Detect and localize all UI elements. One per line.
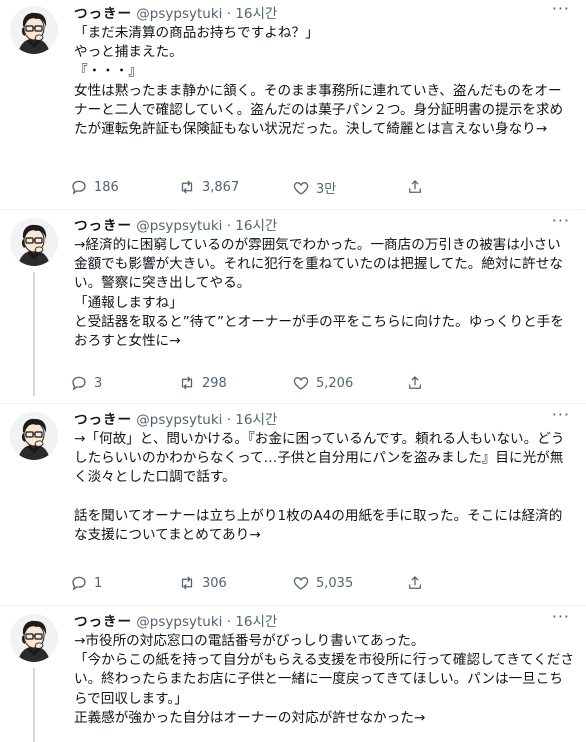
tweet-actions: 3 298 5,206 — [70, 374, 500, 394]
timestamp[interactable]: 16시간 — [235, 412, 277, 428]
more-horizontal-icon[interactable]: ··· — [552, 213, 570, 229]
user-handle[interactable]: @psypsytuki — [136, 6, 222, 22]
like-count: 5,035 — [316, 575, 354, 591]
retweet-count: 306 — [202, 575, 227, 591]
retweet-arrows-icon — [181, 180, 193, 194]
retweet-button[interactable]: 306 — [178, 574, 227, 592]
reply-bubble-icon — [72, 376, 86, 391]
tweet[interactable]: つっきー @psypsytuki · 16시간 ··· →経済的に困窮しているの… — [0, 212, 586, 404]
reply-button[interactable]: 186 — [70, 178, 119, 196]
retweet-count: 3,867 — [202, 179, 240, 195]
more-horizontal-icon[interactable]: ··· — [552, 609, 570, 625]
share-button[interactable] — [406, 574, 424, 592]
user-handle[interactable]: @psypsytuki — [136, 218, 222, 234]
reply-count: 186 — [94, 179, 119, 195]
retweet-button[interactable]: 3,867 — [178, 178, 239, 196]
like-button[interactable]: 5,206 — [292, 374, 353, 392]
divider — [0, 605, 586, 606]
like-button[interactable]: 5,035 — [292, 574, 353, 592]
tweet-text: 「まだ未清算の商品お持ちですよね？」 やっと捕まえた。 『・・・』 女性は黙った… — [74, 25, 564, 138]
display-name[interactable]: つっきー — [74, 614, 132, 630]
avatar[interactable] — [10, 218, 58, 266]
retweet-arrows-icon — [181, 576, 193, 590]
divider — [0, 209, 586, 210]
separator-dot: · — [226, 218, 231, 234]
tweet-header: つっきー @psypsytuki · 16시간 — [74, 214, 277, 234]
like-count: 3만 — [316, 182, 337, 197]
retweet-arrows-icon — [181, 376, 193, 390]
share-arrow-up-icon — [409, 576, 421, 589]
share-button[interactable] — [406, 178, 424, 196]
tweet-text: →「何故」と、問いかける。『お金に困っているんです。頼れる人もいない。どうしたら… — [74, 431, 565, 544]
retweet-count: 298 — [202, 375, 227, 391]
separator-dot: · — [226, 6, 231, 22]
thread-line — [33, 272, 35, 396]
heart-icon — [293, 577, 309, 590]
display-name[interactable]: つっきー — [74, 6, 132, 22]
like-button[interactable]: 3만 — [292, 178, 336, 197]
reply-button[interactable]: 1 — [70, 574, 114, 592]
share-arrow-up-icon — [409, 180, 421, 193]
thread-line — [33, 668, 35, 742]
more-horizontal-icon[interactable]: ··· — [552, 407, 570, 423]
reply-bubble-icon — [72, 180, 86, 195]
reply-button[interactable]: 3 — [70, 374, 114, 392]
avatar[interactable] — [10, 412, 58, 460]
separator-dot: · — [226, 412, 231, 428]
reply-bubble-icon — [72, 576, 86, 591]
share-button[interactable] — [406, 374, 424, 392]
divider — [0, 403, 586, 404]
tweet[interactable]: つっきー @psypsytuki · 16시간 ··· →「何故」と、問いかける… — [0, 406, 586, 606]
timestamp[interactable]: 16시간 — [235, 614, 277, 630]
reply-count: 3 — [94, 375, 103, 391]
timestamp[interactable]: 16시간 — [235, 218, 277, 234]
more-horizontal-icon[interactable]: ··· — [552, 1, 570, 17]
retweet-button[interactable]: 298 — [178, 374, 227, 392]
tweet[interactable]: つっきー @psypsytuki · 16시간 ··· →市役所の対応窓口の電話… — [0, 608, 586, 742]
like-count: 5,206 — [316, 375, 354, 391]
display-name[interactable]: つっきー — [74, 412, 132, 428]
tweet[interactable]: つっきー @psypsytuki · 16시간 ··· 「まだ未清算の商品お持ち… — [0, 0, 586, 210]
tweet-actions: 1 306 5,035 — [70, 574, 500, 594]
tweet-actions: 186 3,867 3만 — [70, 178, 500, 198]
share-arrow-up-icon — [409, 376, 421, 389]
avatar[interactable] — [10, 614, 58, 662]
avatar[interactable] — [10, 6, 58, 54]
tweet-header: つっきー @psypsytuki · 16시간 — [74, 2, 277, 22]
user-handle[interactable]: @psypsytuki — [136, 412, 222, 428]
timestamp[interactable]: 16시간 — [235, 6, 277, 22]
tweet-header: つっきー @psypsytuki · 16시간 — [74, 408, 277, 428]
display-name[interactable]: つっきー — [74, 218, 132, 234]
tweet-header: つっきー @psypsytuki · 16시간 — [74, 610, 277, 630]
heart-icon — [293, 377, 309, 390]
heart-icon — [293, 181, 309, 195]
tweet-text: →市役所の対応窓口の電話番号がびっしり書いてあった。 「今からこの紙を持って自分… — [74, 633, 574, 726]
user-handle[interactable]: @psypsytuki — [136, 614, 222, 630]
tweet-text: →経済的に困窮しているのが雰囲気でわかった。一商店の万引きの被害は小さい金額でも… — [74, 237, 564, 350]
reply-count: 1 — [94, 575, 103, 591]
separator-dot: · — [226, 614, 231, 630]
